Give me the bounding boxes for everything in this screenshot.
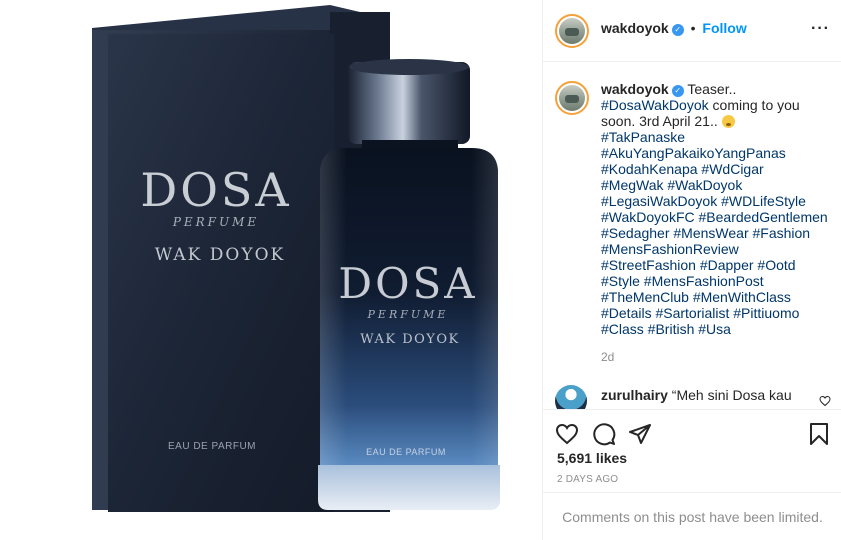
post-header: wakdoyok ✓ • Follow ··· [543, 0, 841, 62]
hashtag-line[interactable]: #Details #Sartorialist #Pittiuomo [601, 305, 837, 321]
verified-badge-icon: ✓ [671, 24, 684, 36]
perfume-product-image: DOSA PERFUME WAK DOYOK EAU DE PARFUM DOS… [92, 5, 500, 512]
comment-text: “Meh sini Dosa kau [671, 387, 792, 403]
comment-bubble-icon[interactable] [592, 422, 616, 446]
hashtag-line[interactable]: #TheMenClub #MenWithClass [601, 289, 837, 305]
caption-intro: Teaser.. [687, 81, 737, 97]
caption-text: wakdoyok ✓ Teaser.. #DosaWakDoyok coming … [601, 81, 837, 337]
likes-count[interactable]: 5,691 likes [557, 450, 627, 466]
follow-button[interactable]: Follow [702, 20, 746, 36]
bottle-sub-text: PERFUME [367, 308, 449, 321]
hashtag-line[interactable]: #Class #British #Usa [601, 321, 837, 337]
hashtag-line[interactable]: #WakDoyokFC #BeardedGentlemen [601, 209, 837, 225]
hashtag-line[interactable]: #AkuYangPakaikoYangPanas [601, 145, 837, 161]
separator-dot: • [690, 20, 696, 36]
save-bookmark-icon[interactable] [808, 422, 830, 446]
post-image[interactable]: DOSA PERFUME WAK DOYOK EAU DE PARFUM DOS… [0, 0, 542, 540]
comment-like-heart-icon[interactable] [819, 395, 831, 407]
header-user-row: wakdoyok ✓ • Follow [601, 20, 747, 36]
hashtag-line[interactable]: #Style #MensFashionPost [601, 273, 837, 289]
bottle-name-text: WAK DOYOK [360, 332, 459, 347]
profile-avatar[interactable] [555, 14, 589, 48]
commenter-avatar[interactable] [555, 385, 587, 409]
caption-avatar[interactable] [555, 81, 589, 115]
bottle-cap-top [349, 59, 469, 75]
hashtag-line[interactable]: #TakPanaske [601, 129, 837, 145]
caption-username[interactable]: wakdoyok [601, 81, 669, 97]
hashtag-line[interactable]: #StreetFashion #Dapper #Ootd [601, 257, 837, 273]
hashtag-line[interactable]: #LegasiWakDoyok #WDLifeStyle [601, 193, 837, 209]
box-footer-text: EAU DE PARFUM [168, 441, 256, 452]
hashtag-line[interactable]: #Sedagher #MensWear #Fashion [601, 225, 837, 241]
caption-time-ago[interactable]: 2d [601, 350, 614, 364]
avatar-image [559, 85, 585, 111]
commenter-username[interactable]: zurulhairy [601, 387, 668, 403]
verified-badge-icon: ✓ [671, 85, 684, 97]
box-name-text: WAK DOYOK [155, 245, 285, 265]
more-options-icon[interactable]: ··· [811, 20, 830, 38]
share-paper-plane-icon[interactable] [628, 422, 652, 446]
comments-limited-notice: Comments on this post have been limited. [543, 492, 841, 540]
comments-list[interactable]: wakdoyok ✓ Teaser.. #DosaWakDoyok coming … [543, 63, 841, 409]
avatar-image [559, 18, 585, 44]
hashtag-link[interactable]: #DosaWakDoyok [601, 97, 709, 113]
post-side-panel: wakdoyok ✓ • Follow ··· wakdoyok ✓ Teaser.… [542, 0, 841, 540]
bottle-brand-text: DOSA [338, 259, 477, 308]
bottle-base [318, 465, 500, 510]
header-username[interactable]: wakdoyok [601, 20, 669, 36]
post-date[interactable]: 2 DAYS AGO [557, 474, 618, 485]
like-heart-icon[interactable] [555, 422, 579, 446]
hashtag-line[interactable]: #KodahKenapa #WdCigar [601, 161, 837, 177]
hushed-face-emoji-icon [721, 115, 735, 128]
hashtag-line[interactable]: #MensFashionReview [601, 241, 837, 257]
bottle-footer-text: EAU DE PARFUM [366, 447, 446, 457]
comment-text-row: zurulhairy “Meh sini Dosa kau [601, 387, 792, 403]
comment-item: zurulhairy “Meh sini Dosa kau [555, 383, 835, 409]
box-brand-text: DOSA [140, 163, 291, 217]
box-sub-text: PERFUME [172, 215, 259, 229]
hashtag-line[interactable]: #MegWak #WakDoyok [601, 177, 837, 193]
